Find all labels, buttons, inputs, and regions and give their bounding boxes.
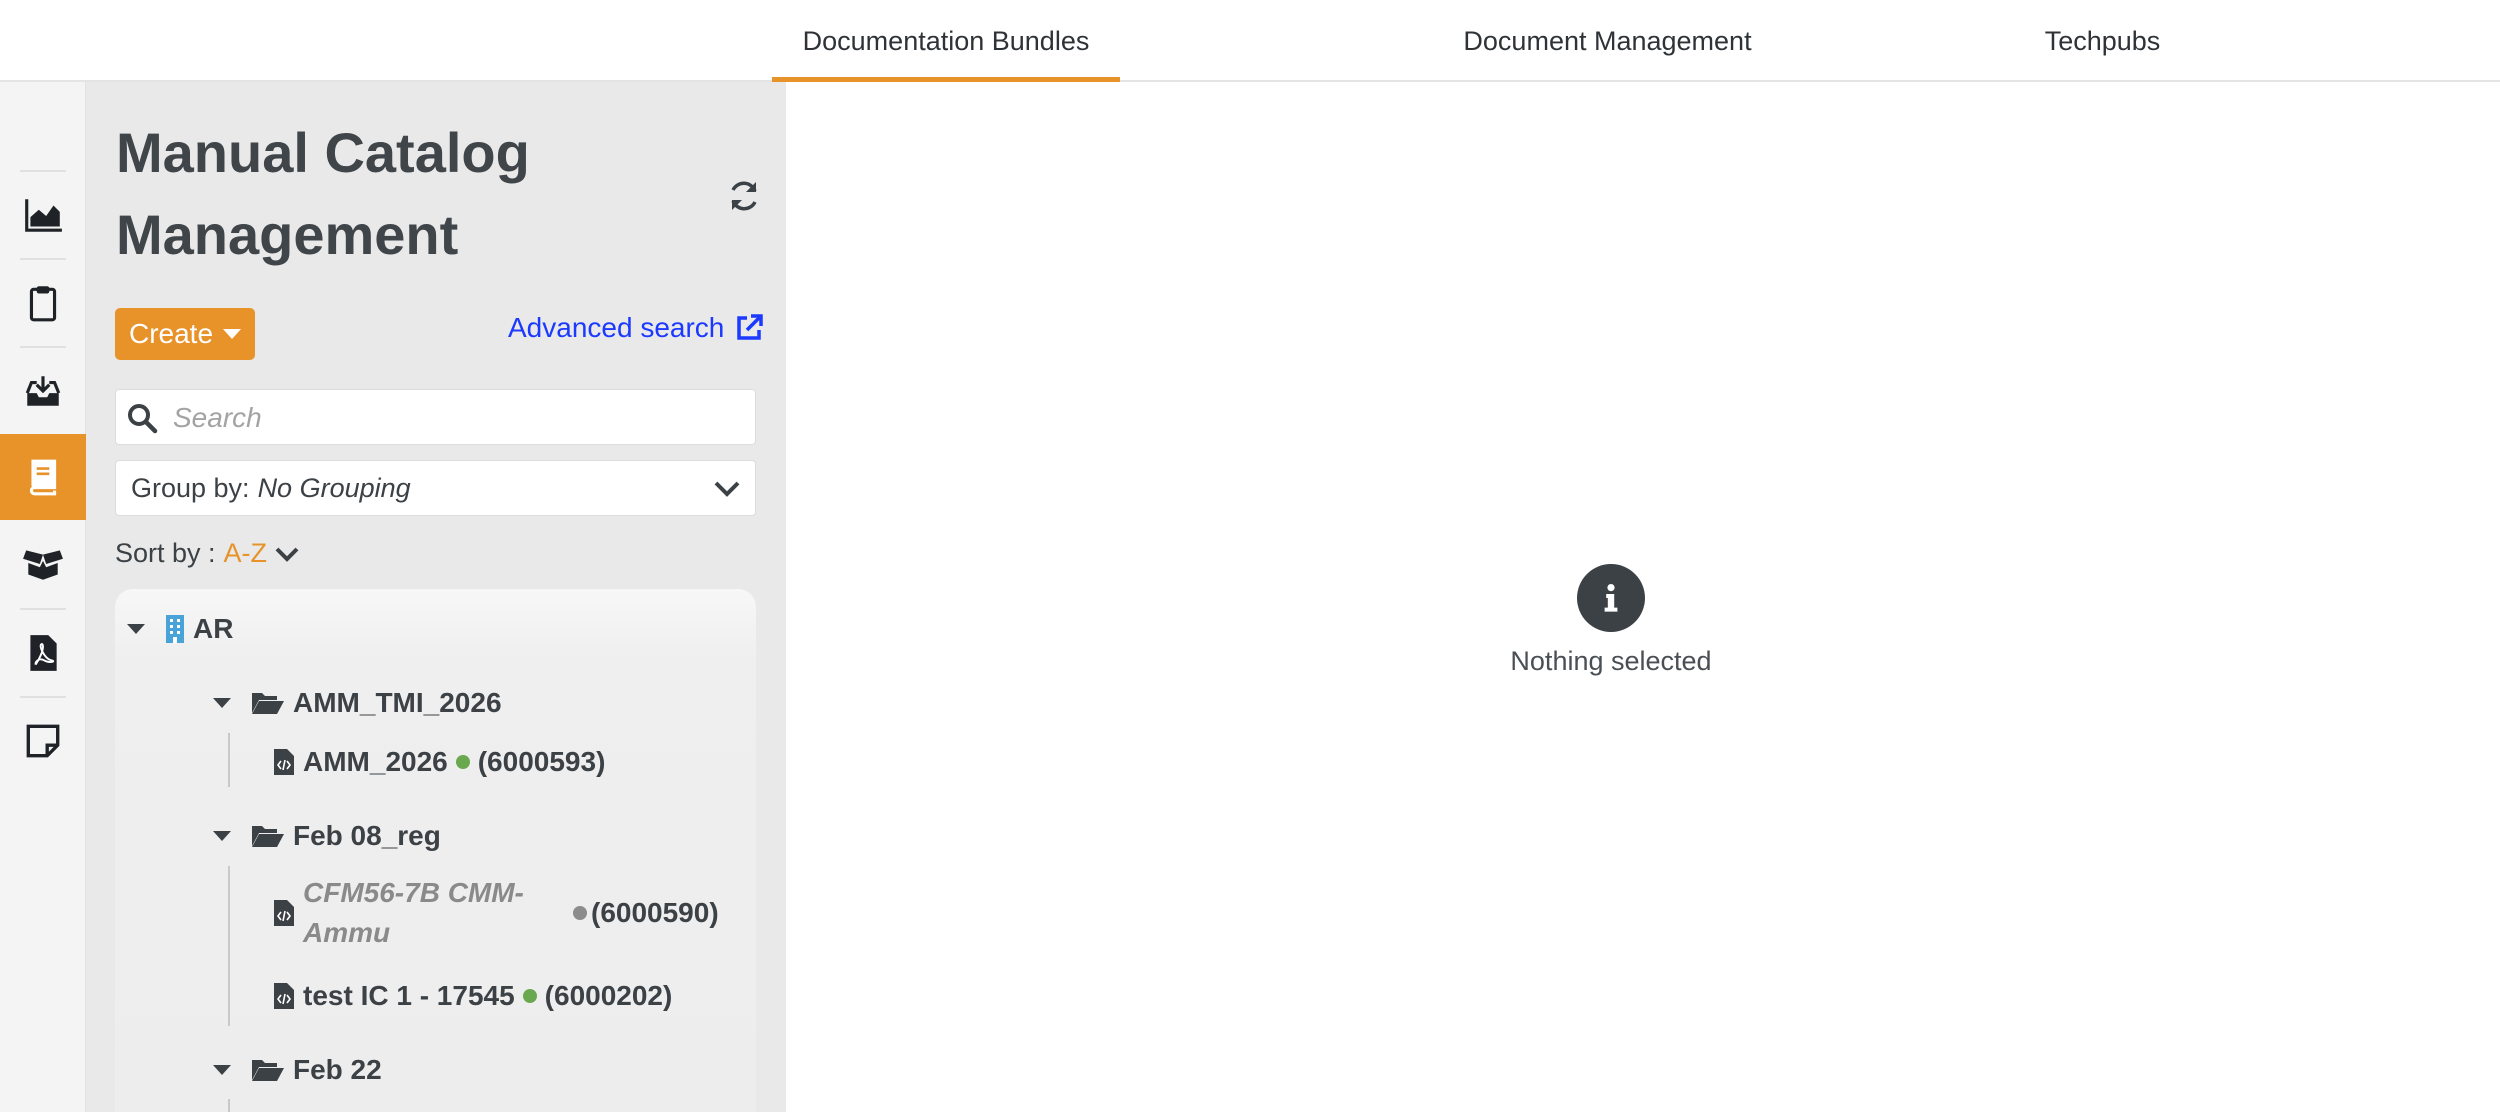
- rail-item-dashboard[interactable]: [0, 172, 86, 258]
- tree-leaf-label: AMM_2026: [303, 746, 448, 777]
- tree-root-label: AR: [193, 613, 234, 644]
- group-by-select[interactable]: Group by: No Grouping: [115, 460, 756, 516]
- tree-leaf[interactable]: test IC 1 - 17545 (6000202): [273, 976, 672, 1016]
- search-icon: [128, 404, 158, 434]
- tree-folder[interactable]: Feb 08_reg: [213, 816, 441, 856]
- manual-tree: AR AMM_TMI_2026 AMM_2026 (6000593) Feb 0…: [115, 589, 756, 1112]
- folder-open-icon: [252, 826, 284, 847]
- page-title-line1: Manual Catalog: [116, 121, 530, 184]
- icon-rail: [0, 82, 86, 1112]
- sticky-note-icon: [26, 724, 60, 758]
- status-dot-green: [522, 989, 537, 1003]
- advanced-search-label: Advanced search: [508, 312, 725, 343]
- status-dot-green: [455, 755, 470, 769]
- search-input[interactable]: [171, 398, 745, 438]
- catalog-panel: Manual Catalog Management Create Advance…: [86, 82, 786, 1112]
- file-pdf-icon: [30, 635, 57, 671]
- expand-toggle-icon[interactable]: [127, 624, 145, 634]
- tree-folder-label: AMM_TMI_2026: [293, 687, 502, 718]
- tab-documentation-bundles[interactable]: Documentation Bundles: [772, 0, 1120, 84]
- folder-open-icon: [252, 693, 284, 714]
- tree-leaf-label-line1: CFM56-7B CMM-: [303, 877, 524, 908]
- rail-item-notes[interactable]: [0, 698, 86, 784]
- open-box-icon: [23, 550, 63, 580]
- sort-by-control: Sort by : A-Z: [115, 538, 299, 569]
- empty-state: Nothing selected: [1510, 564, 1712, 677]
- tree-folder[interactable]: AMM_TMI_2026: [213, 683, 502, 723]
- tree-leaf-label-line2: Ammu: [303, 917, 391, 948]
- tree-leaf[interactable]: AMM_2026 (6000593): [273, 742, 605, 782]
- tab-techpubs[interactable]: Techpubs: [2020, 0, 2185, 82]
- rail-item-tasks[interactable]: [0, 260, 86, 346]
- rail-item-manuals[interactable]: [0, 434, 86, 520]
- caret-down-icon: [223, 329, 242, 339]
- chart-area-icon: [25, 199, 62, 232]
- tree-guide-line: [228, 733, 230, 787]
- tree-leaf-code: (6000593): [477, 746, 606, 777]
- page-title: Manual Catalog Management: [116, 112, 716, 276]
- refresh-button[interactable]: [726, 178, 762, 214]
- search-field: [115, 389, 756, 445]
- building-icon: [166, 615, 184, 643]
- tree-folder[interactable]: Feb 22: [213, 1050, 382, 1090]
- expand-toggle-icon[interactable]: [213, 698, 231, 708]
- rail-item-pdf[interactable]: [0, 610, 86, 696]
- rail-item-inbox[interactable]: [0, 348, 86, 434]
- tree-root[interactable]: AR: [127, 609, 233, 649]
- file-code-icon: [274, 900, 294, 926]
- external-link-icon: [737, 314, 764, 340]
- advanced-search-link[interactable]: Advanced search: [508, 312, 764, 344]
- refresh-icon: [731, 181, 757, 211]
- tree-leaf-code: (6000202): [544, 980, 673, 1011]
- group-by-label: Group by:: [131, 472, 250, 503]
- tree-folder-label: Feb 22: [293, 1054, 382, 1085]
- tab-document-management[interactable]: Document Management: [1410, 0, 1805, 82]
- clipboard-icon: [29, 286, 57, 322]
- sort-by-label: Sort by :: [115, 538, 216, 568]
- expand-toggle-icon[interactable]: [213, 831, 231, 841]
- create-button[interactable]: Create: [115, 308, 255, 360]
- tree-folder-label: Feb 08_reg: [293, 820, 441, 851]
- book-icon: [29, 459, 57, 496]
- top-nav: Documentation Bundles Document Managemen…: [0, 0, 2500, 84]
- tree-leaf[interactable]: CFM56-7B CMM- Ammu (6000590): [273, 871, 719, 955]
- chevron-down-icon[interactable]: [275, 544, 299, 564]
- tree-leaf-label: test IC 1 - 17545: [303, 980, 515, 1011]
- tree-guide-line: [228, 1099, 230, 1112]
- info-icon: [1577, 564, 1645, 632]
- file-code-icon: [274, 749, 294, 775]
- expand-toggle-icon[interactable]: [213, 1065, 231, 1075]
- sort-by-value[interactable]: A-Z: [224, 538, 268, 569]
- chevron-down-icon: [714, 481, 740, 497]
- detail-pane: Nothing selected: [786, 82, 2500, 1112]
- page-title-line2: Management: [116, 203, 459, 266]
- empty-state-text: Nothing selected: [1510, 646, 1712, 676]
- folder-open-icon: [252, 1060, 284, 1081]
- inbox-download-icon: [25, 376, 61, 406]
- status-dot-grey: [573, 906, 587, 920]
- tree-leaf-code: (6000590): [591, 897, 719, 928]
- tree-guide-line: [228, 866, 230, 1026]
- group-by-value: No Grouping: [257, 472, 411, 503]
- rail-item-packages[interactable]: [0, 520, 86, 606]
- tree-leaf-label: CFM56-7B CMM- Ammu: [303, 873, 573, 953]
- file-code-icon: [274, 983, 294, 1009]
- create-button-label: Create: [128, 318, 214, 349]
